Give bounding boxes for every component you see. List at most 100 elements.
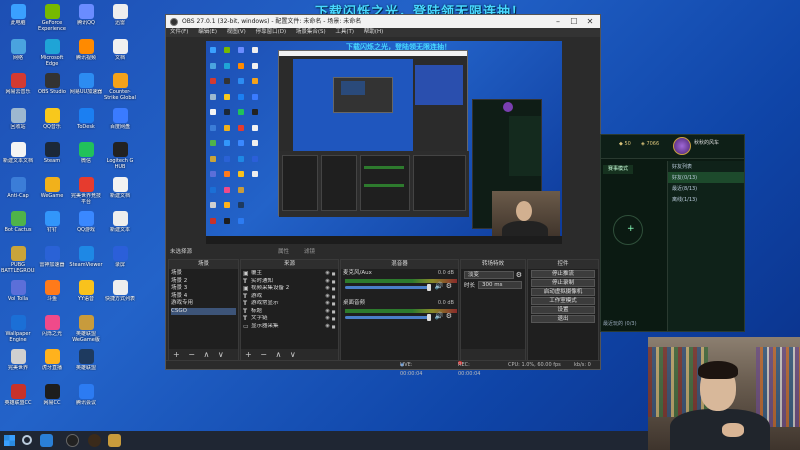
edge-taskbar-icon[interactable] <box>40 434 53 447</box>
menu-edit[interactable]: 编辑(E) <box>198 29 217 35</box>
scene-item[interactable]: 场景 <box>171 270 236 278</box>
desktop-icon[interactable]: 百度网盘 <box>103 107 137 130</box>
desktop-icon[interactable]: 网易CC <box>35 383 69 406</box>
desktop-icon[interactable]: 回收站 <box>1 107 35 130</box>
source-item[interactable]: T 文字链 ◉ ■ <box>243 315 336 323</box>
desktop-icon[interactable]: 迅雷 <box>103 4 137 26</box>
lock-icon[interactable]: ■ <box>331 270 336 278</box>
menu-view[interactable]: 视图(V) <box>227 29 246 35</box>
desktop-icon[interactable]: 钉钉 <box>35 211 69 233</box>
mode-button[interactable]: 赛事模式 <box>603 165 633 174</box>
desktop-icon[interactable]: Bot Cactus <box>1 211 35 233</box>
friends-group-offline[interactable]: 离线(1/13) <box>668 194 744 205</box>
desktop-icon[interactable]: 英雄联盟CC <box>1 383 35 406</box>
desktop-icon[interactable]: 文档 <box>103 38 137 61</box>
scene-item[interactable]: 游戏专用 <box>171 300 236 308</box>
scene-item[interactable]: CSGO <box>171 307 236 315</box>
desktop-icon[interactable]: Anti-Cap <box>1 176 35 199</box>
scenes-dock-footer[interactable]: + − ∧ ∨ <box>169 349 238 360</box>
desktop-icon[interactable]: 英雄联盟WeGame版 <box>69 314 103 343</box>
desktop-icon[interactable]: PUBG BATTLEGROUNDS <box>1 245 35 274</box>
minimize-icon[interactable]: – <box>550 15 566 28</box>
desktop-icon[interactable]: 网易UU加速器 <box>69 73 103 95</box>
desktop-icon[interactable]: 雷神加速器 <box>35 245 69 268</box>
settings-button[interactable]: 设置 <box>531 306 595 314</box>
properties-button[interactable]: 属性 <box>278 246 289 258</box>
transition-type-select[interactable]: 淡变 <box>464 271 514 279</box>
lock-icon[interactable]: ■ <box>331 285 336 293</box>
maximize-icon[interactable]: ☐ <box>566 15 582 28</box>
menu-tools[interactable]: 工具(T) <box>335 29 354 35</box>
desktop-icon[interactable]: 微信 <box>69 142 103 164</box>
desktop-icon[interactable]: QQ音乐 <box>35 107 69 130</box>
desktop-icon[interactable]: SteamViewer <box>69 245 103 268</box>
desktop-icon[interactable]: Wallpaper Engine <box>1 314 35 343</box>
desktop-icon[interactable]: Logitech G HUB <box>103 142 137 170</box>
menu-file[interactable]: 文件(F) <box>170 29 188 35</box>
exit-button[interactable]: 退出 <box>531 315 595 323</box>
desktop-icon[interactable]: 完美世界 <box>1 349 35 371</box>
eye-icon[interactable]: ◉ <box>324 323 331 331</box>
lock-icon[interactable]: ■ <box>331 293 336 301</box>
desktop-icon[interactable]: 虎牙直播 <box>35 349 69 371</box>
game-client-window[interactable]: ◆ 50 ◈ 7066 秋秋的风车 赛事模式 + 好友列表 好友(0/13) 最… <box>600 134 745 332</box>
menu-help[interactable]: 帮助(H) <box>364 29 383 35</box>
desktop-icon[interactable]: 闪烁之光 <box>35 314 69 337</box>
lock-icon[interactable]: ■ <box>331 315 336 323</box>
desktop-icon[interactable]: WeGame <box>35 176 69 199</box>
desktop-icon[interactable]: Microsoft Edge <box>35 38 69 67</box>
friends-group-online[interactable]: 好友(0/13) <box>668 172 744 183</box>
lol-taskbar-icon[interactable] <box>108 434 121 447</box>
friends-group-recent[interactable]: 最近(8/13) <box>668 183 744 194</box>
transition-duration-input[interactable]: 300 ms <box>478 281 522 289</box>
desktop-icon[interactable]: 网易云音乐 <box>1 73 35 95</box>
gear-icon[interactable]: ⚙ <box>443 312 452 320</box>
search-icon[interactable] <box>22 435 32 445</box>
desktop-icon[interactable]: 斗鱼 <box>35 280 69 302</box>
desktop-icon[interactable]: Vol Tolla <box>1 280 35 302</box>
studio-mode-button[interactable]: 工作室模式 <box>531 297 595 305</box>
eye-icon[interactable]: ◉ <box>324 278 331 286</box>
desktop-icon[interactable]: OBS Studio <box>35 73 69 95</box>
obs-titlebar[interactable]: OBS 27.0.1 (32-bit, windows) - 配置文件: 未命名… <box>166 15 600 28</box>
desktop-icon[interactable]: Counter-Strike Global <box>103 73 137 101</box>
transition-settings-gear-icon[interactable]: ⚙ <box>516 271 522 279</box>
stop-recording-button[interactable]: 停止录制 <box>531 279 595 287</box>
eye-icon[interactable]: ◉ <box>324 315 331 323</box>
stop-streaming-button[interactable]: 停止推流 <box>531 270 595 278</box>
desktop-icon[interactable]: Steam <box>35 142 69 164</box>
desktop-icon[interactable]: ToDesk <box>69 107 103 130</box>
eye-icon[interactable]: ◉ <box>324 293 331 301</box>
desktop-icon[interactable]: 完美世界竞技平台 <box>69 176 103 205</box>
add-party-icon[interactable]: + <box>613 215 643 245</box>
source-item[interactable]: ▣ 视频采集设备 2 ◉ ■ <box>243 285 336 293</box>
obs-taskbar-icon[interactable] <box>66 434 79 447</box>
desktop-icon[interactable]: 腾讯会议 <box>69 383 103 406</box>
eye-icon[interactable]: ◉ <box>324 270 331 278</box>
volume-slider-handle[interactable] <box>427 314 431 321</box>
desktop-icon[interactable]: 快捷方式列表 <box>103 280 137 302</box>
desktop-icon[interactable]: 网络 <box>1 38 35 61</box>
source-item[interactable]: T 标题 ◉ ■ <box>243 308 336 316</box>
windows-start-icon[interactable] <box>4 435 15 446</box>
obs-preview-canvas[interactable]: 下载闪烁之光，登陆领无限连抽！ <box>206 41 562 244</box>
menu-docks[interactable]: 停靠窗口(D) <box>256 29 287 35</box>
desktop-icon[interactable]: YY语音 <box>69 280 103 302</box>
desktop-icon[interactable]: 腾讯视频 <box>69 38 103 61</box>
game-taskbar-icon[interactable] <box>88 434 101 447</box>
menu-scene-collection[interactable]: 场景集合(S) <box>296 29 326 35</box>
volume-slider[interactable] <box>345 286 429 289</box>
source-item[interactable]: ▭ 显示器采集 ◉ ■ <box>243 323 336 331</box>
obs-window[interactable]: OBS 27.0.1 (32-bit, windows) - 配置文件: 未命名… <box>165 14 601 377</box>
desktop-icon[interactable]: GeForce Experience <box>35 4 69 32</box>
source-item[interactable]: T 游戏 ◉ ■ <box>243 293 336 301</box>
start-virtual-camera-button[interactable]: 启动虚拟摄像机 <box>531 288 595 296</box>
desktop-icon[interactable]: QQ游戏 <box>69 211 103 233</box>
filters-button[interactable]: 滤镜 <box>304 246 315 258</box>
scene-item[interactable]: 场景 2 <box>171 278 236 286</box>
source-item[interactable]: ▣ 覆主 ◉ ■ <box>243 270 336 278</box>
desktop-icon[interactable]: 新建文本文档 <box>1 142 35 164</box>
eye-icon[interactable]: ◉ <box>324 300 331 308</box>
desktop-icon[interactable]: 新建文本 <box>103 211 137 233</box>
source-item[interactable]: T 实时通知 ◉ ■ <box>243 278 336 286</box>
